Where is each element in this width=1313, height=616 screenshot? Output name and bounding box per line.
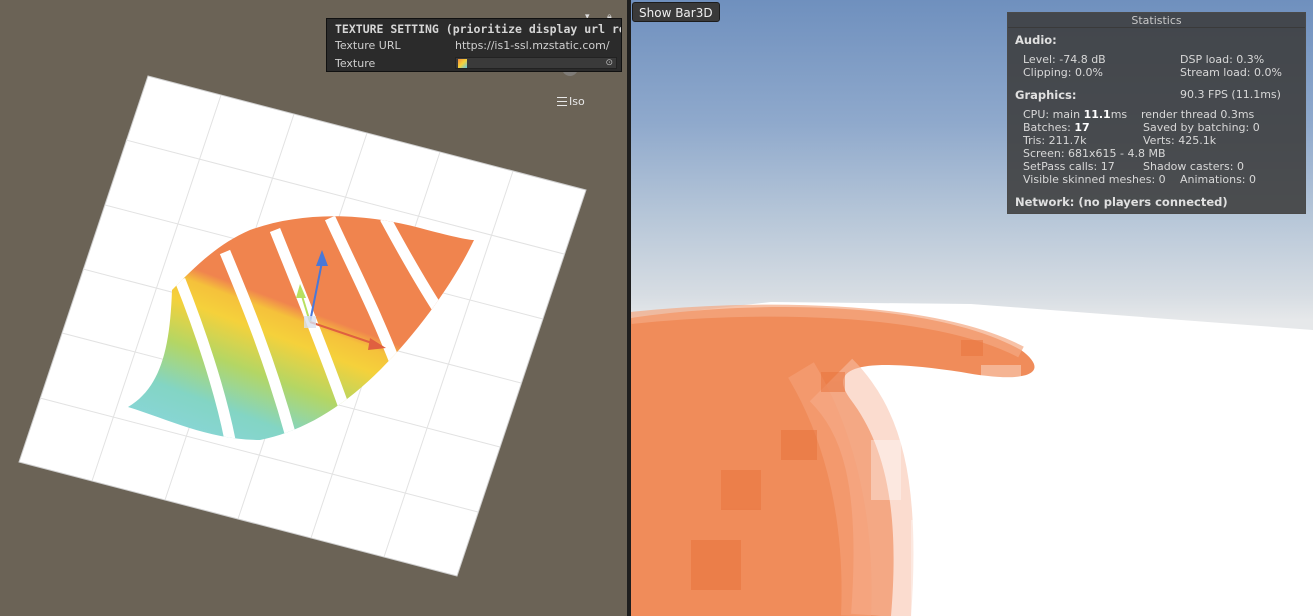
- texture-thumbnail: [458, 59, 467, 68]
- batches: Batches: 17: [1023, 121, 1090, 134]
- object-picker-icon[interactable]: ⊙: [605, 58, 613, 68]
- iso-label: Iso: [569, 95, 585, 108]
- statistics-title: Statistics: [1008, 13, 1305, 28]
- tris: Tris: 211.7k: [1023, 134, 1087, 147]
- setpass-calls: SetPass calls: 17: [1023, 160, 1115, 173]
- texture-object-field[interactable]: ⊙: [455, 57, 617, 69]
- graphics-heading: Graphics:: [1015, 88, 1077, 102]
- clipping: Clipping: 0.0%: [1023, 66, 1103, 79]
- scene-view[interactable]: Iso: [0, 0, 627, 616]
- screen-info: Screen: 681x615 - 4.8 MB: [1023, 147, 1166, 160]
- dsp-load: DSP load: 0.3%: [1180, 53, 1265, 66]
- panel-title: TEXTURE SETTING (prioritize display url …: [335, 22, 621, 36]
- skinned-meshes: Visible skinned meshes: 0: [1023, 173, 1166, 186]
- render-thread: render thread 0.3ms: [1141, 108, 1255, 121]
- audio-level: Level: -74.8 dB: [1023, 53, 1106, 66]
- animations: Animations: 0: [1180, 173, 1257, 186]
- cpu-main: CPU: main 11.1ms: [1023, 108, 1128, 121]
- fps: 90.3 FPS (11.1ms): [1180, 88, 1281, 101]
- menu-lines-icon: [557, 97, 567, 106]
- texture-url-field[interactable]: https://is1-ssl.mzstatic.com/: [455, 39, 619, 52]
- statistics-panel: Statistics Audio: Level: -74.8 dB DSP lo…: [1007, 12, 1306, 214]
- texture-label: Texture: [335, 57, 376, 70]
- show-bar3d-button[interactable]: Show Bar3D: [632, 2, 720, 22]
- saved-by-batching: Saved by batching: 0: [1143, 121, 1260, 134]
- texture-setting-panel: TEXTURE SETTING (prioritize display url …: [326, 18, 622, 72]
- audio-heading: Audio:: [1015, 33, 1057, 47]
- scene-canvas[interactable]: [0, 0, 627, 616]
- iso-toggle[interactable]: Iso: [557, 95, 585, 108]
- shadow-casters: Shadow casters: 0: [1143, 160, 1244, 173]
- verts: Verts: 425.1k: [1143, 134, 1217, 147]
- network-status: Network: (no players connected): [1015, 195, 1228, 209]
- stream-load: Stream load: 0.0%: [1180, 66, 1282, 79]
- texture-url-label: Texture URL: [335, 39, 401, 52]
- texture-url-row: Texture URL https://is1-ssl.mzstatic.com…: [335, 39, 619, 53]
